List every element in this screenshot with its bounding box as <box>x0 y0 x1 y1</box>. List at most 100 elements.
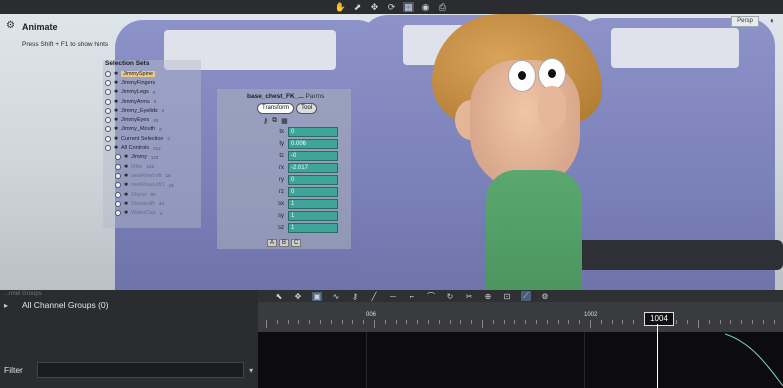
selection-set-item[interactable]: ✱ Jimmy_Mouth 6 <box>103 125 201 134</box>
timeline-ruler[interactable]: 006 1002 <box>258 302 783 332</box>
visibility-icon[interactable] <box>115 191 121 198</box>
key-icon[interactable]: ⚷ <box>263 117 268 125</box>
lock-icon[interactable]: ✱ <box>114 126 119 132</box>
selection-set-count: 412 <box>153 145 161 151</box>
step-icon[interactable]: ⌐ <box>407 292 417 301</box>
visibility-icon[interactable] <box>105 79 111 86</box>
selection-set-item[interactable]: ✱ All Controls 412 <box>103 143 201 152</box>
visibility-icon[interactable] <box>115 163 121 170</box>
selection-set-item[interactable]: ✱ Mike 123 <box>103 162 201 171</box>
lock-icon[interactable]: ✱ <box>124 192 129 198</box>
box-select-icon[interactable]: ▣ <box>312 291 322 301</box>
parm-field[interactable]: 1 <box>288 211 338 221</box>
visibility-icon[interactable] <box>105 70 111 77</box>
visibility-icon[interactable] <box>115 154 121 161</box>
flat-icon[interactable]: ─ <box>388 292 398 301</box>
selection-set-item[interactable]: ✱ JimmyArms 6 <box>103 97 201 106</box>
selection-set-item[interactable]: ✱ Jimmy 123 <box>103 153 201 162</box>
lock-icon[interactable]: ✱ <box>114 136 119 142</box>
lock-icon[interactable]: ✱ <box>124 173 129 179</box>
selection-set-item[interactable]: ✱ WaterCup 4 <box>103 208 201 217</box>
visibility-icon[interactable] <box>105 126 111 133</box>
copy-icon[interactable]: ⧉ <box>272 117 277 125</box>
grid-icon[interactable]: ▦ <box>281 117 288 125</box>
parm-field[interactable]: 0.006 <box>288 139 338 149</box>
expand-icon[interactable]: ▸ <box>4 301 22 310</box>
lock-icon[interactable]: ✱ <box>114 108 119 114</box>
selection-set-item[interactable]: ✱ JimmySpine <box>103 69 201 78</box>
snap-icon[interactable]: ⊕ <box>483 292 493 301</box>
selection-set-item[interactable]: ✱ JimmyFingers <box>103 78 201 87</box>
parm-field[interactable]: 1 <box>288 199 338 209</box>
lock-icon[interactable]: ✱ <box>114 145 119 151</box>
tab-tool[interactable]: Tool <box>296 103 318 114</box>
filter-input[interactable] <box>37 362 245 378</box>
selection-set-item[interactable]: ✱ Current Selection 0 <box>103 134 201 143</box>
key-icon[interactable]: ⚷ <box>350 292 360 301</box>
animation-graph[interactable] <box>258 332 783 388</box>
visibility-icon[interactable] <box>115 182 121 189</box>
hand-icon[interactable]: ✋ <box>335 2 346 12</box>
parms-action-c[interactable]: C <box>291 239 302 247</box>
selection-set-item[interactable]: ✱ JimmyEyes 28 <box>103 115 201 124</box>
lock-icon[interactable]: ✱ <box>124 164 129 170</box>
selection-set-count: 16 <box>165 173 171 179</box>
frame-icon[interactable]: ⊡ <box>502 292 512 301</box>
curve-icon[interactable]: ∿ <box>331 292 341 301</box>
selection-set-item[interactable]: ✱ StewardB 44 <box>103 199 201 208</box>
break-icon[interactable]: ✂ <box>464 292 474 301</box>
rotate-icon[interactable]: ⟳ <box>386 2 397 12</box>
visibility-icon[interactable] <box>115 172 121 179</box>
print-icon[interactable]: ⎙ <box>437 2 448 12</box>
graph-icon[interactable]: ⟋ <box>521 291 531 301</box>
visibility-icon[interactable] <box>105 117 111 124</box>
camera-icon[interactable]: ◉ <box>420 2 431 12</box>
lock-icon[interactable]: ✱ <box>114 89 119 95</box>
grid-icon[interactable]: ▦ <box>403 2 414 12</box>
chevron-down-icon[interactable]: ▾ <box>244 366 258 375</box>
pan-icon[interactable]: ✥ <box>293 292 303 301</box>
select-icon[interactable]: ⬈ <box>352 2 363 12</box>
settings-icon[interactable]: ⚙ <box>540 292 550 301</box>
parm-field[interactable]: 0 <box>288 175 338 185</box>
parms-action-b[interactable]: B <box>279 239 290 247</box>
lock-icon[interactable]: ✱ <box>124 201 129 207</box>
lock-icon[interactable]: ✱ <box>124 182 129 188</box>
view-menu[interactable]: Persp <box>731 16 759 27</box>
selection-set-item[interactable]: ✱ Sheryl 97 <box>103 190 201 199</box>
parm-field[interactable]: -2.017 <box>288 163 338 173</box>
visibility-icon[interactable] <box>105 145 111 152</box>
parm-field[interactable]: 0 <box>288 127 338 137</box>
lock-icon[interactable]: ✱ <box>114 71 119 77</box>
selection-set-item[interactable]: ✱ seatRowLeft 16 <box>103 171 201 180</box>
visibility-icon[interactable] <box>115 210 121 217</box>
visibility-icon[interactable] <box>105 107 111 114</box>
cycle-icon[interactable]: ↻ <box>445 292 455 301</box>
lock-icon[interactable]: ✱ <box>114 99 119 105</box>
line-icon[interactable]: ╱ <box>369 292 379 301</box>
3d-viewport[interactable]: ✋ ⬈ ✥ ⟳ ▦ ◉ ⎙ ⚙ Animate Press Shift + F1… <box>0 0 783 290</box>
visibility-icon[interactable] <box>115 200 121 207</box>
parms-action-a[interactable]: A <box>267 239 278 247</box>
lock-icon[interactable]: ✱ <box>124 210 129 216</box>
visibility-icon[interactable] <box>105 135 111 142</box>
parm-field[interactable]: 0 <box>288 187 338 197</box>
visibility-icon[interactable] <box>105 98 111 105</box>
camera-icon[interactable]: ◐ <box>770 16 775 25</box>
parm-field[interactable]: 1 <box>288 223 338 233</box>
channel-group-item[interactable]: ▸ All Channel Groups (0) <box>0 298 258 312</box>
selection-set-item[interactable]: ✱ JimmyLegs 8 <box>103 88 201 97</box>
visibility-icon[interactable] <box>105 89 111 96</box>
parm-field[interactable]: -0 <box>288 151 338 161</box>
tab-transform[interactable]: Transform <box>257 103 295 114</box>
selection-set-item[interactable]: ✱ Jimmy_Eyelids 6 <box>103 106 201 115</box>
select-icon[interactable]: ⬉ <box>274 292 284 301</box>
ease-icon[interactable]: ⌒ <box>426 291 436 302</box>
lock-icon[interactable]: ✱ <box>114 80 119 86</box>
move-icon[interactable]: ✥ <box>369 2 380 12</box>
lock-icon[interactable]: ✱ <box>114 117 119 123</box>
playhead[interactable] <box>657 324 658 388</box>
current-frame-indicator[interactable]: 1004 <box>644 312 674 326</box>
lock-icon[interactable]: ✱ <box>124 154 129 160</box>
selection-set-item[interactable]: ✱ seatRowLeft1 16 <box>103 181 201 190</box>
